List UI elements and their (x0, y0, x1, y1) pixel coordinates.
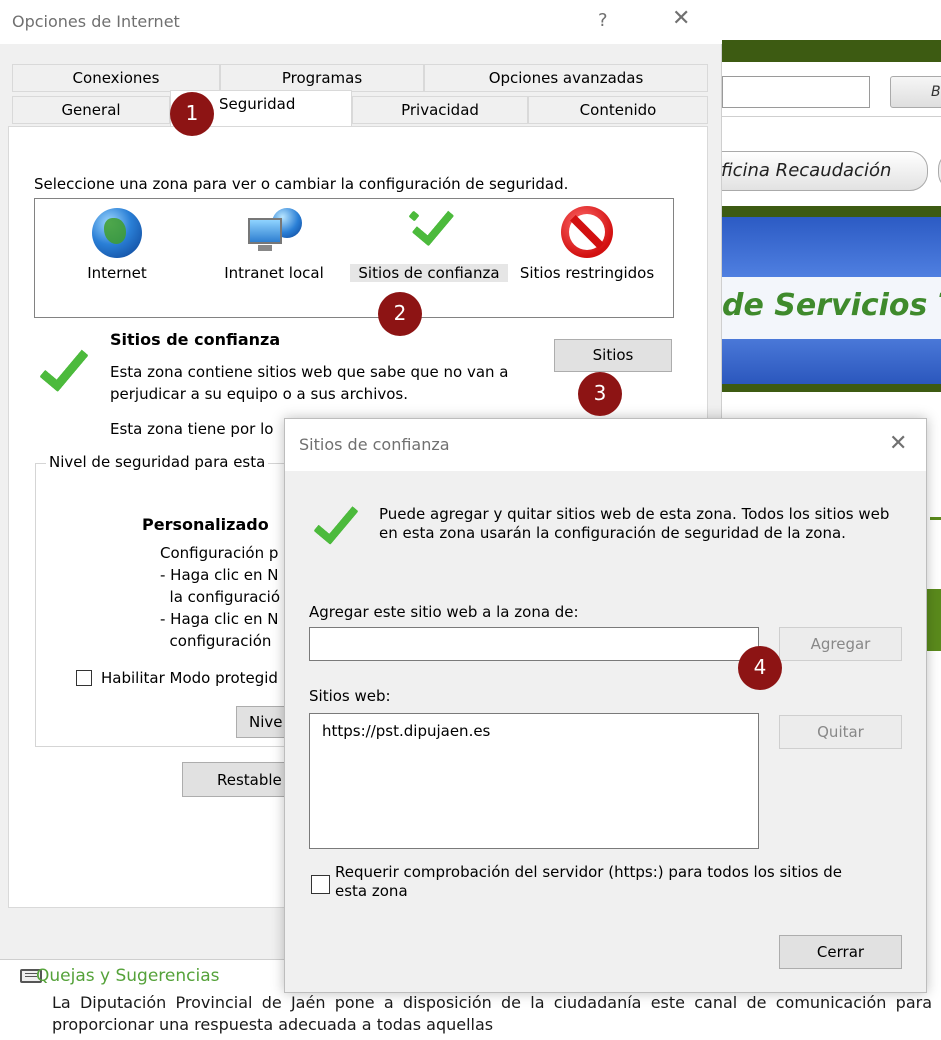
checkmark-icon (410, 201, 455, 247)
tab-conexiones[interactable]: Conexiones (12, 64, 220, 92)
trusted-sites-description: Puede agregar y quitar sitios web de est… (379, 505, 890, 542)
title-bar: Opciones de Internet ? ✕ (0, 0, 722, 44)
banner-blue-stripe (722, 339, 941, 384)
zone-sitios-de-confianza[interactable]: Sitios de confianza (350, 198, 508, 296)
decorative-bar (925, 589, 941, 651)
tab-contenido[interactable]: Contenido (528, 96, 708, 124)
zone-intranet-local[interactable]: Intranet local (214, 198, 334, 296)
tab-programas[interactable]: Programas (220, 64, 424, 92)
background-search-button[interactable]: B (890, 76, 941, 108)
require-https-label: Requerir comprobación del servidor (http… (335, 863, 843, 900)
tab-privacidad[interactable]: Privacidad (352, 96, 528, 124)
custom-level-text: Configuración p - Haga clic en N la conf… (160, 544, 281, 650)
zone-label: Intranet local (224, 264, 324, 282)
quejas-sugerencias-link[interactable]: Quejas y Sugerencias (36, 966, 220, 986)
zone-internet[interactable]: Internet (74, 198, 160, 296)
monitor-stand (258, 245, 272, 251)
zone-sitios-restringidos[interactable]: Sitios restringidos (512, 198, 662, 296)
header-bar (722, 40, 941, 62)
zone-label: Sitios restringidos (519, 264, 655, 282)
add-button[interactable]: Agregar (779, 627, 902, 661)
zone-description: Esta zona contiene sitios web que sabe q… (110, 363, 509, 403)
dialog-body: Puede agregar y quitar sitios web de est… (285, 471, 926, 992)
help-icon[interactable]: ? (598, 10, 608, 31)
zone-instruction: Seleccione una zona para ver o cambiar l… (34, 175, 569, 193)
protected-mode-label: Habilitar Modo protegid (101, 669, 278, 687)
globe-icon (92, 208, 142, 258)
dialog-title: Sitios de confianza (299, 435, 450, 454)
list-item[interactable]: https://pst.dipujaen.es (322, 722, 490, 740)
require-https-checkbox[interactable] (311, 875, 330, 894)
oficina-recaudacion-button[interactable]: ficina Recaudación (700, 151, 928, 191)
step-badge-4: 4 (738, 646, 782, 690)
trusted-sites-dialog: Sitios de confianza ✕ Puede agregar y qu… (284, 418, 927, 993)
decorative-bar (930, 517, 941, 520)
step-badge-3: 3 (578, 372, 622, 416)
add-site-input[interactable] (309, 627, 759, 661)
security-level-legend: Nivel de seguridad para esta (46, 453, 269, 471)
close-icon[interactable]: ✕ (889, 431, 907, 456)
close-icon[interactable]: ✕ (672, 6, 690, 31)
zone-heading: Sitios de confianza (110, 330, 281, 349)
restricted-icon (561, 206, 613, 258)
zone-label: Internet (87, 264, 147, 282)
step-badge-2: 2 (378, 292, 422, 336)
protected-mode-checkbox[interactable] (76, 670, 92, 686)
tab-general[interactable]: General (12, 96, 170, 124)
checkmark-icon (313, 497, 359, 545)
zone-description-extra: Esta zona tiene por lo (110, 420, 274, 438)
sites-label: Sitios web: (309, 687, 391, 705)
banner-text: de Servicios T (722, 288, 941, 323)
tab-opciones-avanzadas[interactable]: Opciones avanzadas (424, 64, 708, 92)
close-button[interactable]: Cerrar (779, 935, 902, 969)
custom-level-title: Personalizado (142, 515, 269, 534)
step-badge-1: 1 (170, 92, 214, 136)
zone-label: Sitios de confianza (350, 264, 508, 282)
monitor-icon (248, 218, 282, 244)
sites-list[interactable]: https://pst.dipujaen.es (309, 713, 759, 849)
quejas-description: La Diputación Provincial de Jaén pone a … (52, 993, 932, 1034)
remove-button[interactable]: Quitar (779, 715, 902, 749)
title-bar: Sitios de confianza ✕ (285, 419, 926, 471)
divider (722, 116, 941, 117)
banner-blue-stripe (722, 217, 941, 277)
background-search-input[interactable] (722, 76, 870, 108)
dialog-title: Opciones de Internet (12, 12, 180, 31)
sites-button[interactable]: Sitios (554, 339, 672, 372)
add-site-label: Agregar este sitio web a la zona de: (309, 603, 579, 621)
